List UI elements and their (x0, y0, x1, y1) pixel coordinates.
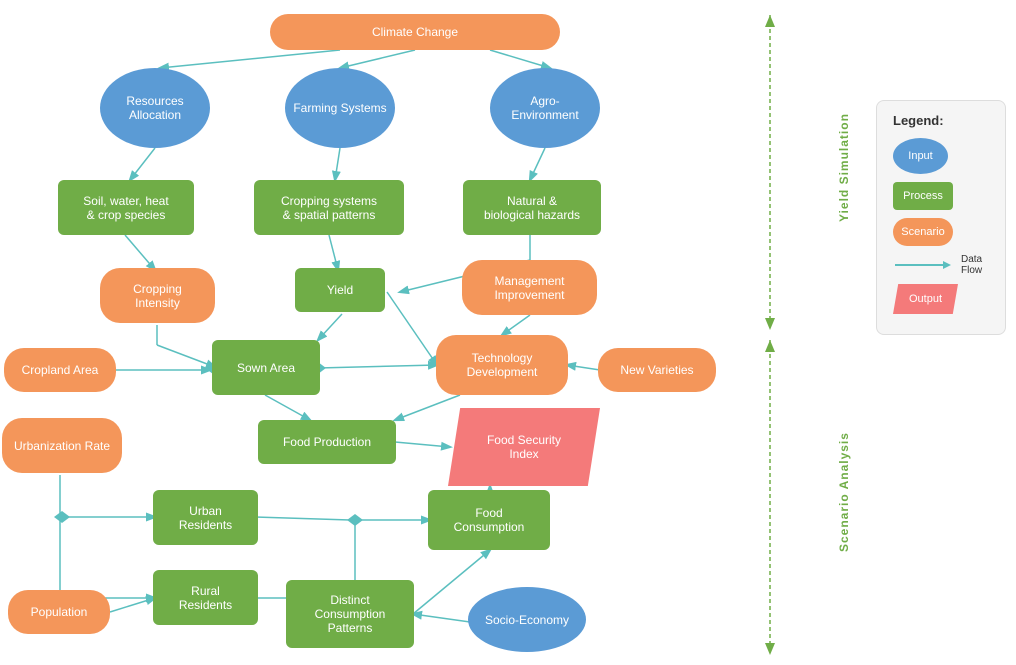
node-urbanization-rate: Urbanization Rate (2, 418, 122, 473)
legend-orange-shape: Scenario (893, 218, 953, 246)
legend-item-output: Output (893, 284, 989, 314)
node-food-production: Food Production (258, 420, 396, 464)
yield-simulation-label: Yield Simulation (837, 18, 851, 318)
node-new-varieties: New Varieties (598, 348, 716, 392)
node-agro-environment: Agro- Environment (490, 68, 600, 148)
node-rural-residents: Rural Residents (153, 570, 258, 625)
node-sown-area: Sown Area (212, 340, 320, 395)
legend-dataflow-label: Data Flow (961, 254, 982, 276)
legend-title: Legend: (893, 113, 989, 128)
legend: Legend: Input Process Scenario Data Flow (876, 100, 1006, 335)
legend-item-process: Process (893, 182, 989, 210)
legend-pink-shape: Output (893, 284, 958, 314)
node-management-improvement: Management Improvement (462, 260, 597, 315)
node-distinct-consumption: Distinct Consumption Patterns (286, 580, 414, 648)
node-soil-water: Soil, water, heat & crop species (58, 180, 194, 235)
node-farming-systems: Farming Systems (285, 68, 395, 148)
node-natural-hazards: Natural & biological hazards (463, 180, 601, 235)
legend-item-dataflow: Data Flow (893, 254, 989, 276)
scenario-analysis-label: Scenario Analysis (837, 345, 851, 640)
node-climate-change: Climate Change (270, 14, 560, 50)
node-urban-residents: Urban Residents (153, 490, 258, 545)
legend-item-input: Input (893, 138, 989, 174)
legend-blue-shape: Input (893, 138, 948, 174)
node-population: Population (8, 590, 110, 634)
node-resources-allocation: Resources Allocation (100, 68, 210, 148)
node-food-security-index: Food Security Index (448, 408, 600, 486)
node-technology-development: Technology Development (436, 335, 568, 395)
node-cropping-systems: Cropping systems & spatial patterns (254, 180, 404, 235)
dataflow-arrow-icon (893, 255, 953, 275)
node-cropland-area: Cropland Area (4, 348, 116, 392)
node-socio-economy: Socio-Economy (468, 587, 586, 652)
diagram-container: Climate Change Resources Allocation Farm… (0, 0, 1016, 665)
node-yield: Yield (295, 268, 385, 312)
legend-item-scenario: Scenario (893, 218, 989, 246)
node-food-consumption: Food Consumption (428, 490, 550, 550)
legend-green-shape: Process (893, 182, 953, 210)
node-cropping-intensity: Cropping Intensity (100, 268, 215, 323)
